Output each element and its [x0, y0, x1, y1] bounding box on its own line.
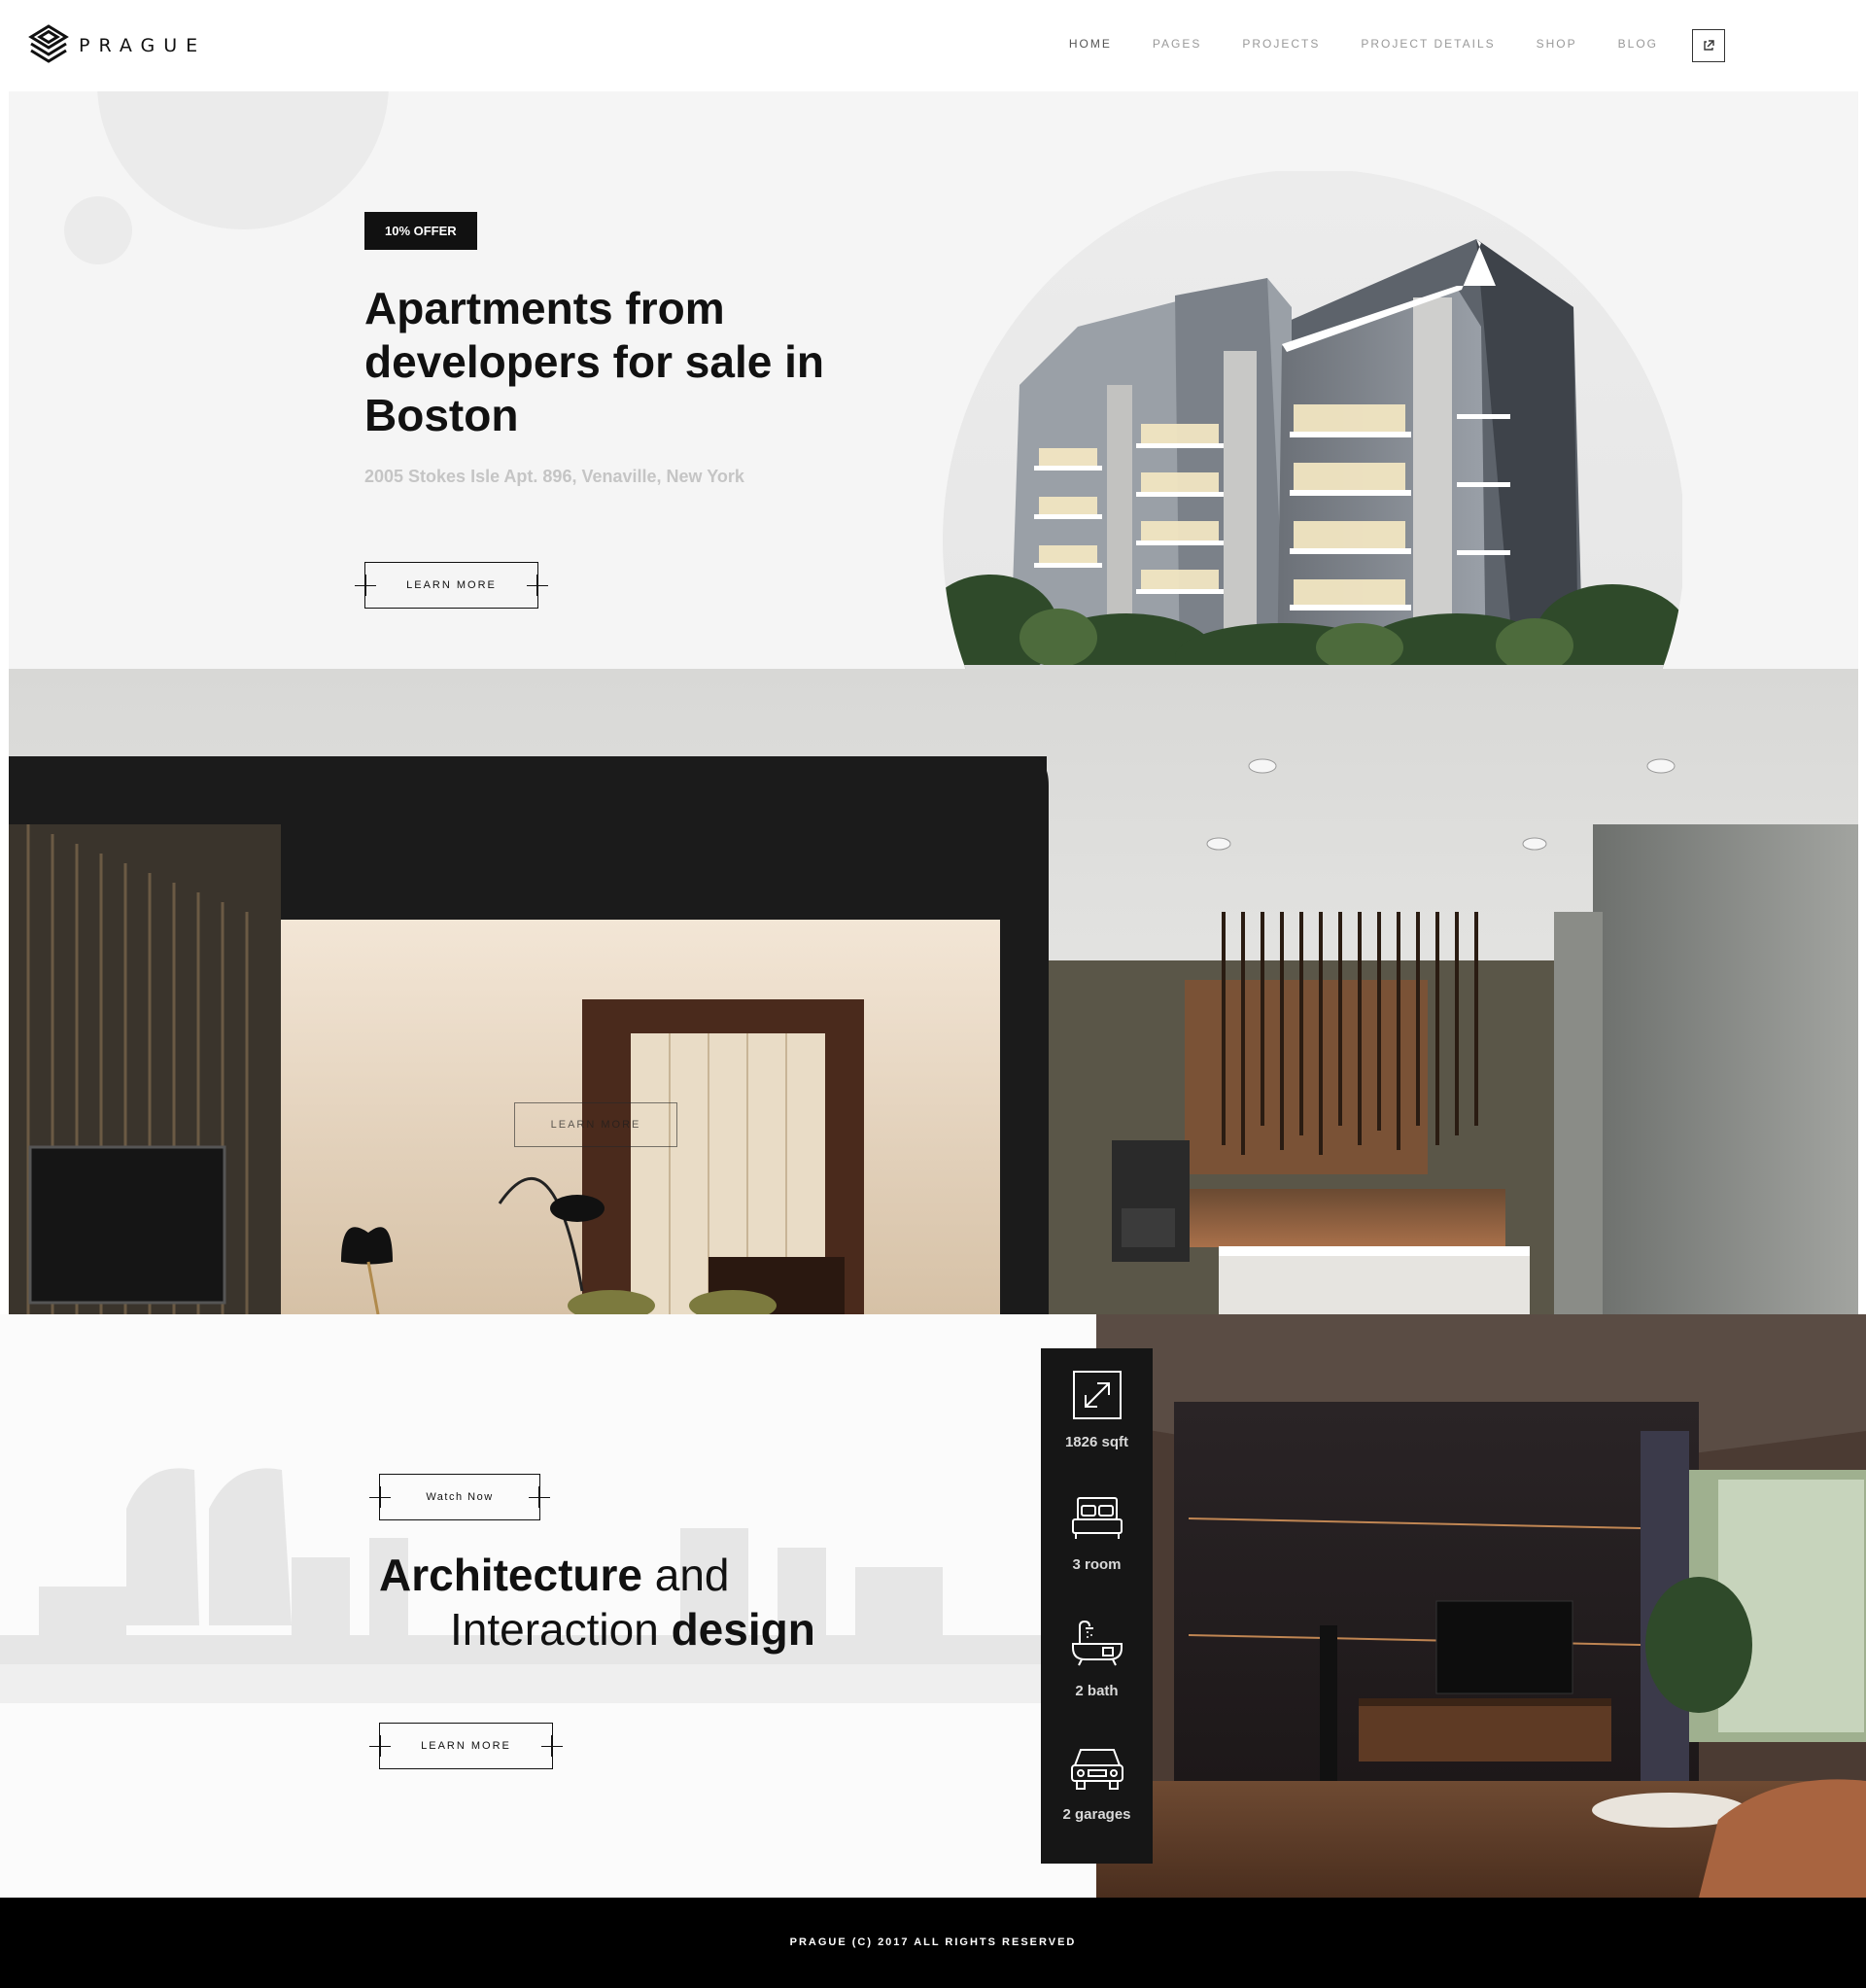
logo[interactable]: PRAGUE [28, 23, 206, 68]
title-line-2: Interaction design [379, 1602, 815, 1657]
site-footer: PRAGUE (C) 2017 ALL RIGHTS RESERVED [0, 1898, 1866, 1988]
title-light-and: and [641, 1550, 730, 1600]
hero-section: 10% OFFER Apartments from developers for… [9, 91, 1858, 669]
section-learn-more-button[interactable]: LEARN MORE [369, 1723, 563, 1769]
copyright-text: PRAGUE (C) 2017 ALL RIGHTS RESERVED [789, 1936, 1077, 1948]
external-link-button[interactable] [1692, 29, 1725, 62]
car-icon [1070, 1749, 1123, 1790]
property-features-panel: 1826 sqft 3 room 2 bath 2 garages [1041, 1348, 1153, 1864]
hero-learn-more-label: LEARN MORE [406, 579, 497, 591]
title-bold-design: design [671, 1604, 815, 1655]
feature-area: 1826 sqft [1041, 1370, 1153, 1450]
button-vtick-left [380, 1735, 381, 1757]
feature-baths: 2 bath [1041, 1619, 1153, 1699]
feature-rooms: 3 room [1041, 1494, 1153, 1573]
section-title: Architecture and Interaction design [379, 1548, 815, 1657]
title-line-1: Architecture and [379, 1550, 730, 1600]
feature-garages: 2 garages [1041, 1744, 1153, 1823]
nav-project-details[interactable]: PROJECT DETAILS [1361, 37, 1495, 51]
nav-projects[interactable]: PROJECTS [1242, 37, 1320, 51]
living-room-photo [1096, 1314, 1866, 1898]
feature-garages-label: 2 garages [1062, 1806, 1131, 1823]
hero-title: Apartments from developers for sale in B… [364, 283, 824, 440]
nav-home[interactable]: HOME [1069, 37, 1112, 51]
main-nav: HOME PAGES PROJECTS PROJECT DETAILS SHOP… [1069, 37, 1658, 51]
interior-learn-more-button[interactable]: LEARN MORE [514, 1102, 677, 1147]
expand-arrow-icon [1072, 1371, 1122, 1419]
nav-blog[interactable]: BLOG [1618, 37, 1658, 51]
feature-baths-label: 2 bath [1075, 1683, 1119, 1699]
section-learn-more-label: LEARN MORE [421, 1740, 511, 1752]
watch-now-label: Watch Now [426, 1491, 494, 1503]
title-light-interaction: Interaction [450, 1604, 672, 1655]
feature-area-label: 1826 sqft [1064, 1434, 1129, 1450]
features-section: Watch Now Architecture and Interaction d… [0, 1314, 1866, 1898]
site-header: PRAGUE HOME PAGES PROJECTS PROJECT DETAI… [0, 0, 1866, 91]
hero-learn-more-button[interactable]: LEARN MORE [355, 562, 548, 609]
button-tick-right [529, 1497, 550, 1498]
feature-rooms-label: 3 room [1072, 1556, 1122, 1573]
hero-address: 2005 Stokes Isle Apt. 896, Venaville, Ne… [364, 467, 744, 486]
bed-icon [1071, 1497, 1123, 1539]
building-image [943, 171, 1682, 669]
offer-badge: 10% OFFER [364, 212, 477, 250]
button-tick-right [541, 1746, 563, 1747]
button-tick-right [527, 585, 548, 586]
logo-mark-icon [28, 24, 69, 63]
nav-pages[interactable]: PAGES [1153, 37, 1201, 51]
logo-text: PRAGUE [79, 35, 207, 56]
interior-image: LEARN MORE [9, 669, 1858, 1314]
bathtub-icon [1071, 1620, 1123, 1666]
nav-shop[interactable]: SHOP [1537, 37, 1577, 51]
button-vtick-left [365, 575, 366, 596]
title-bold-architecture: Architecture [379, 1550, 642, 1600]
watch-now-button[interactable]: Watch Now [369, 1474, 550, 1520]
decorative-circle-large [97, 91, 389, 229]
external-link-icon [1704, 40, 1714, 51]
decorative-circle-small [64, 196, 132, 264]
interior-photo [9, 669, 1858, 1314]
button-vtick-left [380, 1486, 381, 1508]
